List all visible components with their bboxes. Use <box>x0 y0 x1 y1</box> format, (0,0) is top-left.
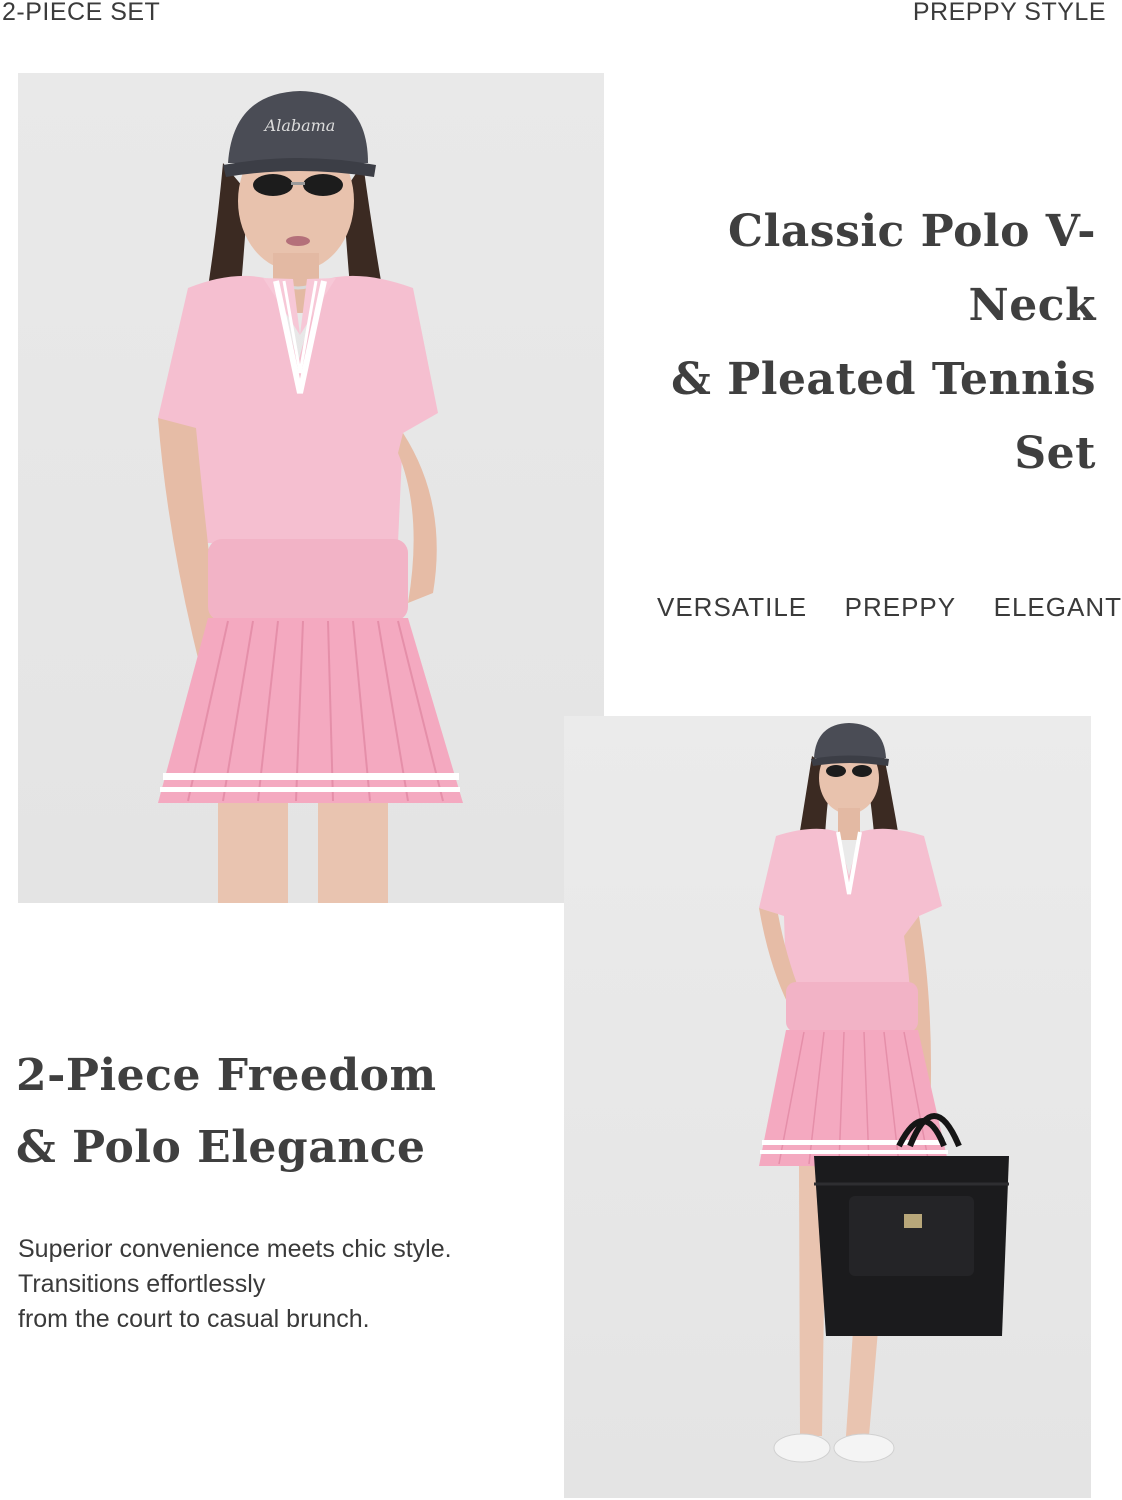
description-line-3: from the court to casual brunch. <box>18 1305 370 1333</box>
product-photo-main: Alabama <box>18 73 604 903</box>
model-illustration-main: Alabama <box>158 91 463 903</box>
cap-logo: Alabama <box>263 116 336 135</box>
tag-elegant: ELEGANT <box>993 592 1122 622</box>
feature-headline-line-1: 2-Piece Freedom <box>16 1050 437 1101</box>
style-label: PREPPY STYLE <box>912 0 1106 26</box>
feature-tags: VERSATILE PREPPY ELEGANT <box>657 592 1122 623</box>
feature-description: Superior convenience meets chic style. T… <box>18 1232 548 1337</box>
category-label: 2-PIECE SET <box>2 0 161 26</box>
tag-preppy: PREPPY <box>844 592 957 622</box>
description-line-1: Superior convenience meets chic style. <box>18 1235 452 1263</box>
product-photo-full-length <box>564 716 1091 1498</box>
hero-headline-line-1: Classic Polo V-Neck <box>728 206 1096 331</box>
model-illustration-full <box>759 723 1009 1463</box>
feature-headline: 2-Piece Freedom & Polo Elegance <box>16 1040 536 1184</box>
hero-headline: Classic Polo V-Neck & Pleated Tennis Set <box>630 195 1096 491</box>
description-line-2: Transitions effortlessly <box>18 1270 266 1298</box>
tag-versatile: VERSATILE <box>657 592 808 622</box>
hero-headline-line-2: & Pleated Tennis Set <box>671 354 1096 479</box>
feature-headline-line-2: & Polo Elegance <box>16 1122 426 1173</box>
